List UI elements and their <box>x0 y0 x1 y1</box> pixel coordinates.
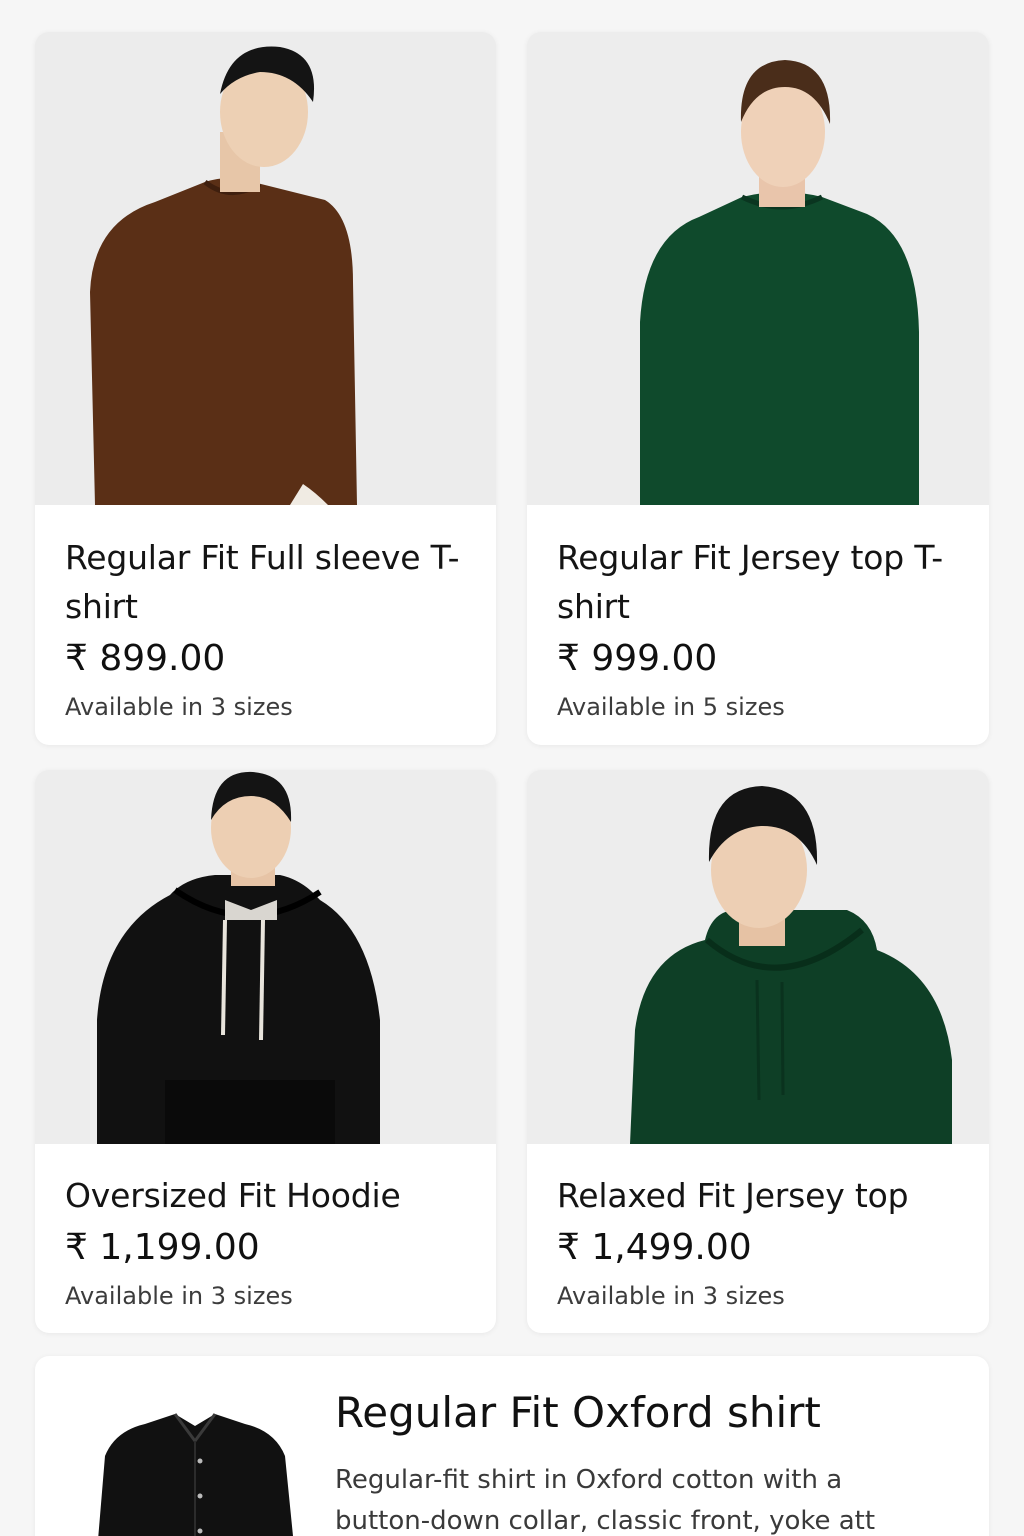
product-price: ₹ 1,499.00 <box>557 1227 752 1268</box>
product-info: Relaxed Fit Jersey top ₹ 1,499.00 Availa… <box>527 1144 989 1311</box>
product-card[interactable]: Oversized Fit Hoodie ₹ 1,199.00 Availabl… <box>35 770 496 1333</box>
product-availability: Available in 5 sizes <box>557 693 785 721</box>
product-card[interactable]: Relaxed Fit Jersey top ₹ 1,499.00 Availa… <box>527 770 989 1333</box>
product-info: Regular Fit Full sleeve T-shirt ₹ 899.00… <box>35 505 496 722</box>
product-price: ₹ 899.00 <box>65 638 226 679</box>
product-card[interactable]: Regular Fit Full sleeve T-shirt ₹ 899.00… <box>35 32 496 745</box>
featured-product-title[interactable]: Regular Fit Oxford shirt <box>335 1388 821 1438</box>
product-title[interactable]: Regular Fit Jersey top T-shirt <box>557 533 959 631</box>
featured-product-description: Regular-fit shirt in Oxford cotton with … <box>335 1465 876 1536</box>
product-availability: Available in 3 sizes <box>65 1282 293 1310</box>
product-grid: Regular Fit Full sleeve T-shirt ₹ 899.00… <box>35 32 989 1333</box>
product-title[interactable]: Regular Fit Full sleeve T-shirt <box>65 533 466 631</box>
product-title[interactable]: Relaxed Fit Jersey top <box>557 1171 959 1220</box>
featured-product-card[interactable]: Regular Fit Oxford shirt Regular-fit shi… <box>35 1356 989 1536</box>
product-price: ₹ 999.00 <box>557 638 718 679</box>
product-listing-page: Regular Fit Full sleeve T-shirt ₹ 899.00… <box>0 0 1024 1536</box>
product-info: Oversized Fit Hoodie ₹ 1,199.00 Availabl… <box>35 1144 496 1311</box>
product-info: Regular Fit Jersey top T-shirt ₹ 999.00 … <box>527 505 989 722</box>
product-price: ₹ 1,199.00 <box>65 1227 260 1268</box>
product-image-green-hoodie[interactable] <box>527 770 989 1144</box>
product-image-oxford-shirt[interactable] <box>75 1386 315 1536</box>
product-image-green-sweatshirt[interactable] <box>527 32 989 505</box>
product-title[interactable]: Oversized Fit Hoodie <box>65 1171 466 1220</box>
product-card[interactable]: Regular Fit Jersey top T-shirt ₹ 999.00 … <box>527 32 989 745</box>
product-image-black-hoodie[interactable] <box>35 770 496 1144</box>
product-image-brown-sweatshirt[interactable] <box>35 32 496 505</box>
product-availability: Available in 3 sizes <box>557 1282 785 1310</box>
product-availability: Available in 3 sizes <box>65 693 293 721</box>
